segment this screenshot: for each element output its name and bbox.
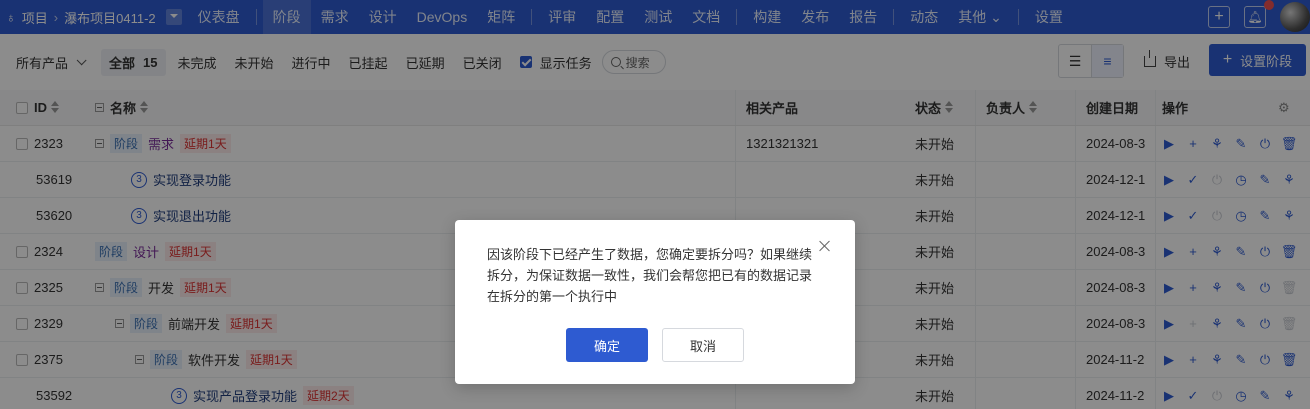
confirm-button[interactable]: 确定 — [566, 328, 648, 362]
cancel-button[interactable]: 取消 — [662, 328, 744, 362]
close-icon[interactable] — [819, 240, 831, 252]
confirm-dialog: 因该阶段下已经产生了数据，您确定要拆分吗？如果继续拆分，为保证数据一致性，我们会… — [455, 220, 855, 384]
dialog-message: 因该阶段下已经产生了数据，您确定要拆分吗？如果继续拆分，为保证数据一致性，我们会… — [487, 247, 813, 304]
